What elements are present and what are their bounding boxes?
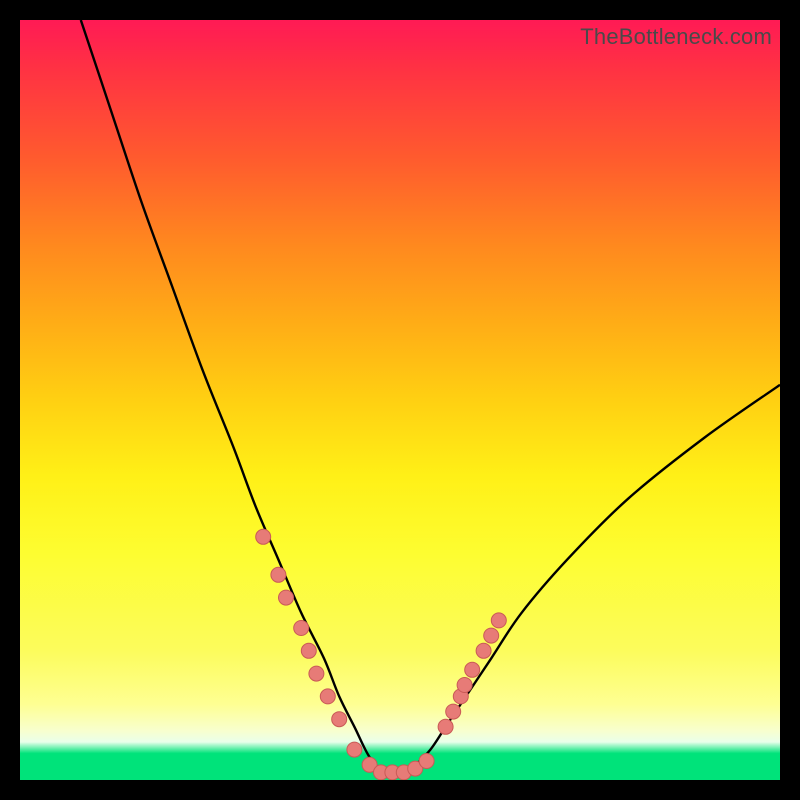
data-dot <box>347 742 362 757</box>
data-dot <box>457 678 472 693</box>
data-dot <box>271 567 286 582</box>
data-dot <box>256 529 271 544</box>
data-dot <box>279 590 294 605</box>
data-dot <box>484 628 499 643</box>
data-dot <box>294 621 309 636</box>
data-dot <box>419 754 434 769</box>
plot-area: TheBottleneck.com <box>20 20 780 780</box>
dot-group <box>256 529 507 780</box>
bottleneck-curve <box>81 20 780 774</box>
data-dot <box>332 712 347 727</box>
data-dot <box>320 689 335 704</box>
data-dot <box>491 613 506 628</box>
chart-frame: TheBottleneck.com <box>20 20 780 780</box>
data-dot <box>301 643 316 658</box>
data-dot <box>476 643 491 658</box>
data-dot <box>309 666 324 681</box>
data-dot <box>446 704 461 719</box>
data-dot <box>438 719 453 734</box>
curve-svg <box>20 20 780 780</box>
data-dot <box>465 662 480 677</box>
